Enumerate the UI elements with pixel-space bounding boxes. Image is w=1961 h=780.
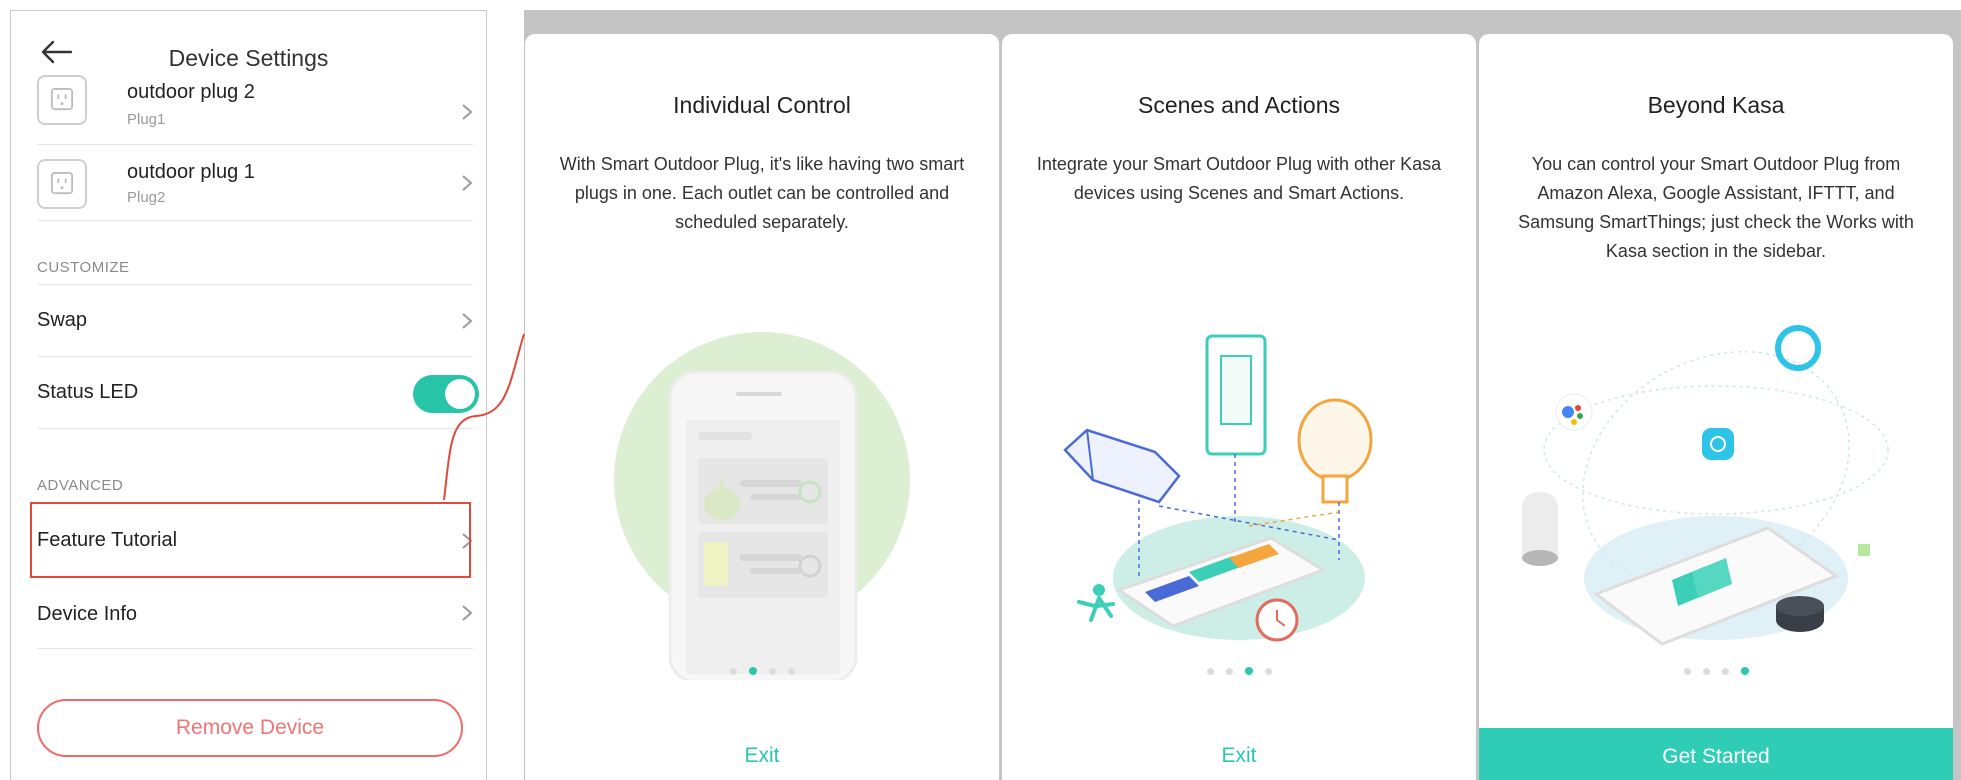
page-dot: [1721, 668, 1729, 675]
individual-control-illustration: [614, 332, 910, 680]
swap-row[interactable]: Swap: [37, 285, 473, 357]
remove-device-button[interactable]: Remove Device: [37, 699, 463, 757]
section-label-customize: CUSTOMIZE: [37, 259, 130, 276]
get-started-button[interactable]: Get Started: [1479, 728, 1953, 780]
beyond-kasa-illustration: [1522, 325, 1889, 646]
chevron-right-icon: [462, 312, 473, 329]
page-dot-active: [1740, 667, 1749, 675]
card-body: Integrate your Smart Outdoor Plug with o…: [1036, 154, 1442, 203]
page-dot: [1206, 668, 1214, 675]
page-dot-active: [1244, 667, 1253, 675]
plug-row-outdoor-plug-1[interactable]: outdoor plug 1 Plug2: [37, 145, 473, 221]
page-dot: [1225, 668, 1233, 675]
pagination-dots: [525, 662, 999, 680]
tutorial-card-individual-control: Individual Control With Smart Outdoor Pl…: [525, 34, 999, 780]
page-dot: [729, 668, 737, 675]
section-label-advanced: ADVANCED: [37, 477, 124, 494]
tutorial-card-beyond-kasa: Beyond Kasa You can control your Smart O…: [1479, 34, 1953, 780]
page-dot: [1702, 668, 1710, 675]
feature-tutorial-label: Feature Tutorial: [37, 529, 178, 551]
plug-name: outdoor plug 2: [127, 81, 255, 103]
exit-button[interactable]: Exit: [1002, 744, 1476, 768]
page-dot: [1264, 668, 1272, 675]
scenes-and-actions-illustration: [1063, 334, 1373, 642]
pagination-dots: [1479, 662, 1953, 680]
status-led-label: Status LED: [37, 381, 139, 403]
tutorial-card-scenes-and-actions: Scenes and Actions Integrate your Smart …: [1002, 34, 1476, 780]
page-dot: [768, 668, 776, 675]
card-title: Individual Control: [673, 92, 851, 118]
plug-icon: [37, 75, 87, 125]
card-title: Scenes and Actions: [1137, 92, 1341, 118]
plug-row-outdoor-plug-2[interactable]: outdoor plug 2 Plug1: [37, 69, 473, 145]
page-dot-active: [748, 667, 757, 675]
status-led-row: Status LED: [37, 357, 479, 429]
card-title: Beyond Kasa: [1647, 92, 1785, 118]
page-dot: [1683, 668, 1691, 675]
card-body: You can control your Smart Outdoor Plug …: [1518, 154, 1914, 261]
plug-name: outdoor plug 1: [127, 161, 255, 183]
chevron-right-icon: [462, 604, 473, 621]
chevron-right-icon: [462, 533, 473, 549]
chevron-right-icon: [462, 103, 473, 120]
swap-label: Swap: [37, 309, 88, 331]
page-title: Device Settings: [168, 45, 329, 71]
status-led-toggle[interactable]: [413, 374, 479, 413]
device-settings-screen: Device Settings outdoor plug 2 Plug1 out…: [10, 10, 487, 780]
card-body: With Smart Outdoor Plug, it's like havin…: [559, 154, 965, 232]
chevron-right-icon: [462, 174, 473, 191]
feature-tutorial-row[interactable]: Feature Tutorial: [37, 505, 473, 577]
toggle-knob: [445, 378, 475, 409]
plug-sub-label: Plug2: [127, 189, 166, 206]
plug-icon: [37, 159, 87, 209]
plug-sub-label: Plug1: [127, 111, 166, 128]
page-dot: [787, 668, 795, 675]
device-info-label: Device Info: [37, 603, 138, 625]
pagination-dots: [1002, 662, 1476, 680]
device-info-row[interactable]: Device Info: [37, 577, 473, 649]
exit-button[interactable]: Exit: [525, 744, 999, 768]
